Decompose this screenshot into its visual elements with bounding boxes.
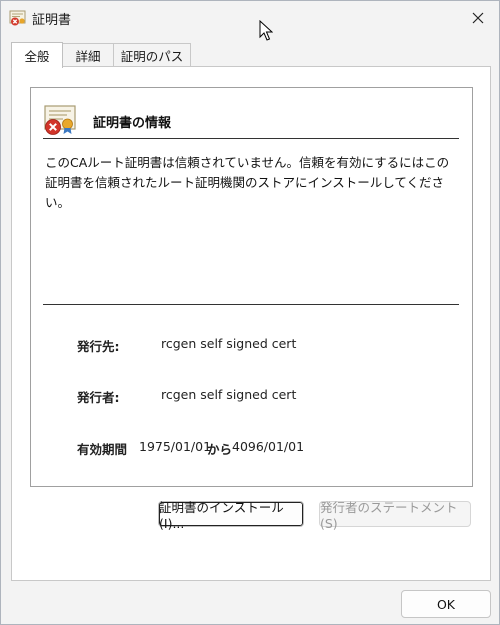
title-bar[interactable]: 証明書	[1, 1, 499, 35]
section-heading: 証明書の情報	[93, 116, 172, 131]
divider-top	[43, 138, 459, 139]
certificate-info-panel: 証明書の情報 このCAルート証明書は信頼されていません。信頼を有効にするにはこの…	[30, 87, 473, 487]
issued-to-value: rcgen self signed cert	[161, 336, 297, 351]
valid-from-value: 1975/01/01	[139, 439, 212, 454]
certificate-untrusted-icon	[43, 103, 77, 137]
tab-general[interactable]: 全般	[11, 42, 63, 68]
tab-certification-path[interactable]: 証明のパス	[113, 43, 191, 67]
close-button[interactable]	[457, 1, 499, 35]
issued-to-label: 発行先:	[77, 339, 120, 354]
certificate-dialog: 証明書 全般 詳細 証明のパス 証明書の情報 このCAルート証明書は信頼されてい…	[0, 0, 500, 625]
tab-details[interactable]: 詳細	[62, 43, 114, 67]
window-title: 証明書	[32, 13, 72, 28]
close-icon	[472, 9, 484, 28]
install-certificate-button[interactable]: 証明書のインストール(I)...	[158, 500, 304, 531]
certificate-icon	[9, 9, 27, 27]
tab-label: 全般	[24, 49, 50, 64]
issued-by-value: rcgen self signed cert	[161, 387, 297, 402]
tab-label: 証明のパス	[120, 49, 184, 64]
validity-separator: から	[207, 442, 233, 457]
ok-button[interactable]: OK	[401, 590, 491, 618]
divider-bottom	[43, 304, 459, 305]
issued-by-label: 発行者:	[77, 390, 120, 405]
issuer-statement-button[interactable]: 発行者のステートメント(S)	[319, 500, 471, 531]
valid-to-value: 4096/01/01	[232, 439, 305, 454]
validity-label: 有効期間	[77, 442, 128, 457]
mouse-cursor-icon	[259, 19, 274, 42]
tab-label: 詳細	[75, 49, 101, 64]
trust-warning-text: このCAルート証明書は信頼されていません。信頼を有効にするにはこの証明書を信頼さ…	[45, 155, 450, 210]
